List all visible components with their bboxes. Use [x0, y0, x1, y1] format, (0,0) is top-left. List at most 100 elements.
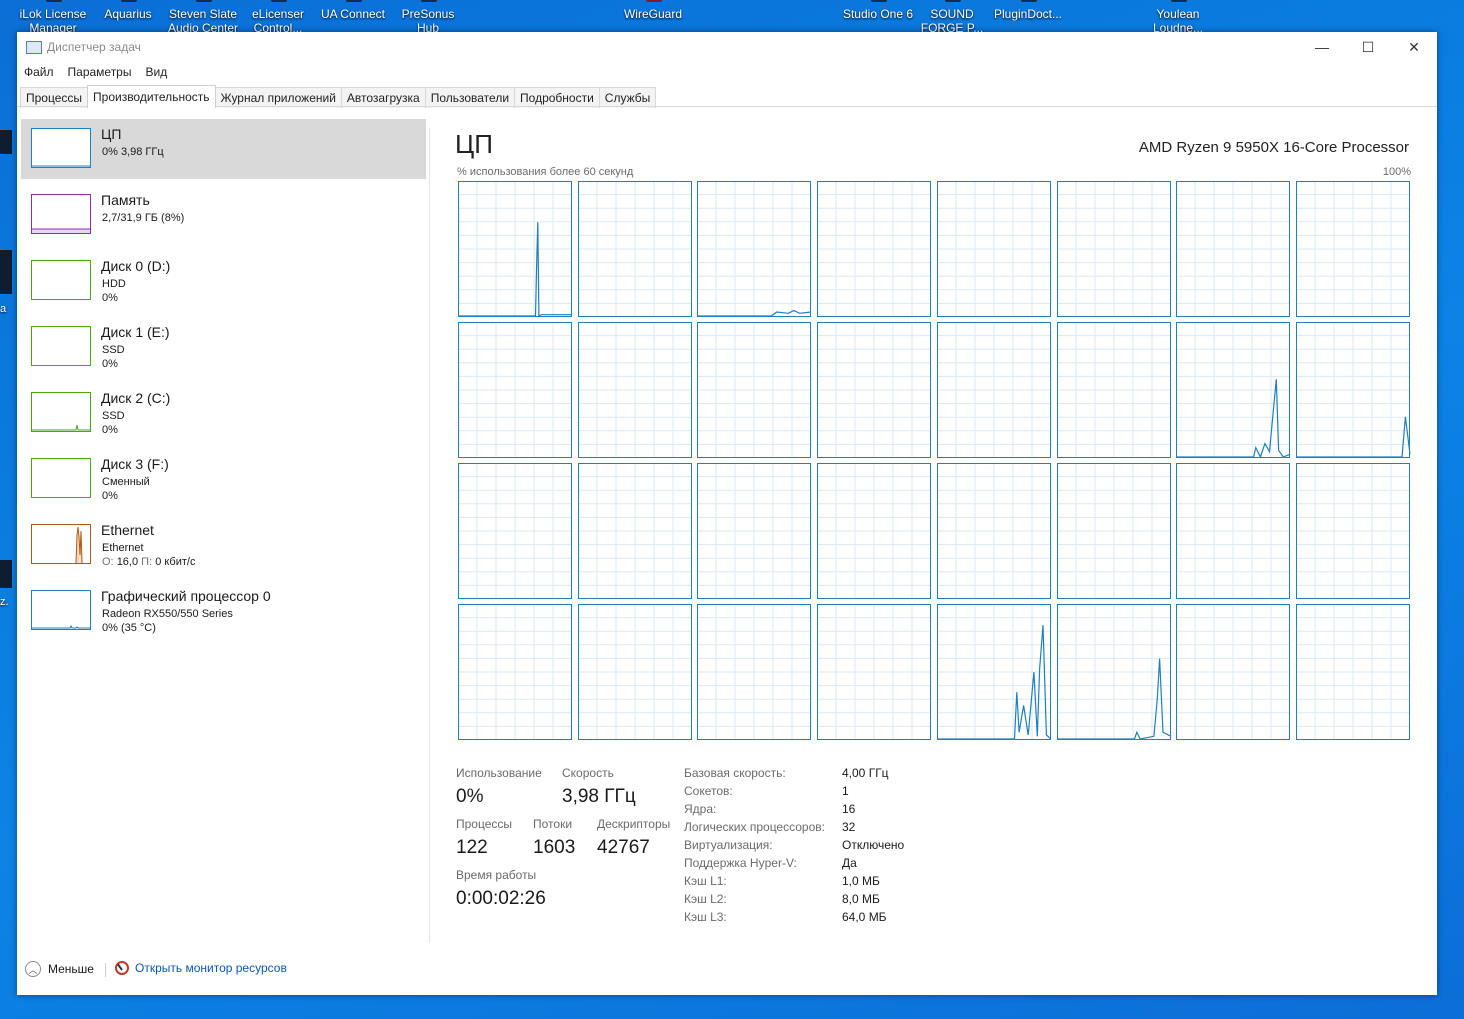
detail-value: 8,0 МБ	[842, 892, 880, 906]
logical-processor-graph	[1296, 604, 1410, 740]
resource-subtitle: Сменный	[102, 476, 150, 488]
detail-key: Сокетов:	[684, 784, 733, 798]
tab-details[interactable]: Подробности	[514, 87, 600, 108]
tab-app-history[interactable]: Журнал приложений	[214, 87, 342, 108]
logical-processor-graph	[937, 463, 1051, 599]
logical-processor-graph	[937, 181, 1051, 317]
fewer-details-button[interactable]: ︿ Меньше	[25, 961, 94, 977]
detail-value: 32	[842, 820, 856, 834]
tab-performance[interactable]: Производительность	[87, 85, 216, 108]
menu-options[interactable]: Параметры	[61, 64, 139, 82]
desktop-icon-label: Aquarius	[104, 7, 152, 21]
resource-cpu[interactable]: ЦП 0% 3,98 ГГц	[21, 119, 426, 179]
desktop-icon-label: SOUND	[930, 7, 974, 21]
desktop-icon-label: UA Connect	[320, 7, 386, 21]
logical-processor-graph	[578, 604, 692, 740]
speed-value: 3,98 ГГц	[562, 786, 636, 807]
logical-processor-graph	[1176, 322, 1291, 459]
tab-divider	[17, 106, 1437, 107]
desktop-icon-label: PluginDoct...	[993, 7, 1063, 21]
footer-divider	[105, 963, 106, 977]
app-icon	[421, 0, 437, 2]
logical-processor-graph	[937, 322, 1051, 458]
desktop-icon-label: Studio One 6	[842, 7, 914, 21]
tab-strip: Процессы Производительность Журнал прило…	[20, 85, 657, 108]
detail-key: Кэш L3:	[684, 910, 727, 924]
desktop-icon-aquarius[interactable]: Aquarius	[91, 0, 165, 34]
menu-bar: Файл Параметры Вид	[17, 64, 174, 82]
logical-processor-graph	[458, 322, 572, 458]
logical-processor-graph	[1296, 322, 1411, 458]
resource-monitor-label: Открыть монитор ресурсов	[135, 961, 287, 975]
resource-title: Диск 3 (F:)	[101, 456, 169, 472]
resource-disk-0[interactable]: Диск 0 (D:) HDD 0%	[21, 251, 426, 311]
tab-users[interactable]: Пользователи	[424, 87, 516, 108]
logical-processor-graph	[1176, 181, 1290, 317]
desktop-icon-fragment	[0, 250, 12, 294]
logical-processor-graph	[458, 463, 572, 599]
logical-processor-graph	[578, 322, 692, 458]
desktop-icon-ilok[interactable]: iLok License Manager	[16, 0, 90, 35]
resource-value: 0%	[102, 424, 118, 436]
desktop-icon-elicenser[interactable]: eLicenser Control...	[241, 0, 315, 35]
desktop-icon-studio-one[interactable]: Studio One 6	[841, 0, 915, 34]
resource-disk-1[interactable]: Диск 1 (E:) SSD 0%	[21, 317, 426, 377]
desktop-icon-sound-forge[interactable]: SOUND FORGE P...	[915, 0, 989, 35]
logical-processor-graph	[697, 463, 811, 599]
resource-title: Память	[101, 192, 150, 208]
resource-title: Диск 1 (E:)	[101, 324, 170, 340]
detail-value: 64,0 МБ	[842, 910, 887, 924]
resource-disk-2[interactable]: Диск 2 (C:) SSD 0%	[21, 383, 426, 443]
resource-disk-3[interactable]: Диск 3 (F:) Сменный 0%	[21, 449, 426, 509]
threads-label: Потоки	[533, 817, 573, 831]
mini-graph-svg	[32, 424, 90, 431]
resource-gpu-0[interactable]: Графический процессор 0 Radeon RX550/550…	[21, 581, 426, 641]
detail-value: 16	[842, 802, 856, 816]
resource-value: 0%	[102, 292, 118, 304]
cpu-mini-graph	[31, 128, 91, 168]
title-bar[interactable]: Диспетчер задач — ☐ ✕	[17, 32, 1437, 62]
disk-mini-graph	[31, 260, 91, 300]
desktop-icon-plugindoctor[interactable]: PluginDoct...	[991, 0, 1065, 34]
resource-ethernet[interactable]: Ethernet Ethernet О: 16,0 П: 0 кбит/с	[21, 515, 426, 575]
menu-file[interactable]: Файл	[17, 64, 61, 82]
cpu-heading: ЦП	[455, 129, 493, 159]
desktop-icon-youlean[interactable]: Youlean Loudne...	[1141, 0, 1215, 35]
logical-processor-graphs[interactable]	[458, 181, 1412, 741]
desktop-icon-ua-connect[interactable]: UA Connect	[316, 0, 390, 34]
graph-caption: % использования более 60 секунд	[457, 166, 634, 178]
logical-processor-graph	[1296, 181, 1410, 317]
tab-services[interactable]: Службы	[598, 87, 657, 108]
close-button[interactable]: ✕	[1391, 32, 1437, 62]
logical-processor-graph	[817, 463, 931, 599]
tab-startup[interactable]: Автозагрузка	[340, 87, 426, 108]
detail-value: 4,00 ГГц	[842, 766, 889, 780]
resource-memory[interactable]: Память 2,7/31,9 ГБ (8%)	[21, 185, 426, 245]
maximize-button[interactable]: ☐	[1345, 32, 1391, 62]
desktop-icon-presonus-hub[interactable]: PreSonus Hub	[391, 0, 465, 35]
memory-mini-graph	[31, 194, 91, 234]
minimize-button[interactable]: —	[1299, 32, 1345, 62]
speed-label: Скорость	[562, 766, 614, 780]
logical-processor-graph	[937, 604, 1052, 740]
desktop-icon-steven-slate[interactable]: Steven Slate Audio Center	[166, 0, 240, 35]
task-manager-icon	[26, 41, 42, 54]
detail-value: Да	[842, 856, 857, 870]
app-icon	[945, 0, 961, 2]
desktop-icon-label: WireGuard	[623, 7, 682, 21]
desktop-icon-wireguard[interactable]: WireGuard	[616, 0, 690, 34]
desktop-icon-label-fragment: a	[0, 303, 7, 315]
open-resource-monitor-link[interactable]: Открыть монитор ресурсов	[115, 961, 287, 975]
disk-mini-graph	[31, 326, 91, 366]
desktop-icon-label: Youlean	[1156, 7, 1200, 21]
app-icon	[871, 0, 887, 2]
menu-view[interactable]: Вид	[138, 64, 174, 82]
tab-processes[interactable]: Процессы	[20, 87, 89, 108]
resource-subtitle: SSD	[102, 410, 125, 422]
resource-subtitle: Radeon RX550/550 Series	[102, 608, 233, 620]
chevron-up-icon: ︿	[25, 961, 41, 977]
logical-processor-graph	[817, 322, 931, 458]
mini-graph-svg	[75, 526, 83, 563]
detail-key: Логических процессоров:	[684, 820, 825, 834]
detail-value: 1	[842, 784, 849, 798]
